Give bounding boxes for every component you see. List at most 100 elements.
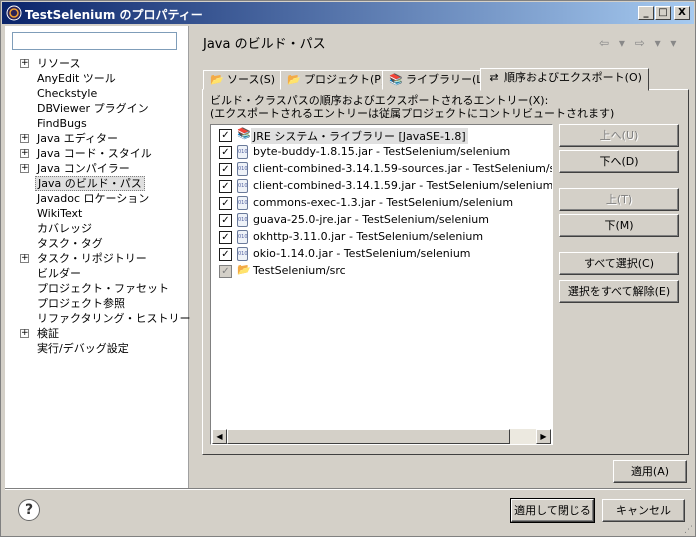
classpath-entry[interactable]: ✓ 010 okhttp-3.11.0.jar - TestSelenium/sel… xyxy=(211,228,551,245)
classpath-entries-list[interactable]: ✓ 📚 JRE システム・ライブラリー [JavaSE-1.8] ✓ 010 byte-b… xyxy=(210,124,553,445)
export-checkbox[interactable]: ✓ xyxy=(219,163,232,176)
tree-item[interactable]: Java のビルド・パス xyxy=(5,176,189,191)
expand-icon[interactable]: + xyxy=(20,134,29,143)
tab-order-export[interactable]: ⇄ 順序およびエクスポート(O) xyxy=(480,68,649,91)
entry-label: okhttp-3.11.0.jar - TestSelenium/seleniu… xyxy=(253,230,484,243)
export-checkbox[interactable]: ✓ xyxy=(219,231,232,244)
tree-item-label: 検証 xyxy=(37,327,59,340)
tree-item[interactable]: FindBugs xyxy=(5,116,189,131)
tree-item-label: Javadoc ロケーション xyxy=(37,192,150,205)
tab-label: ソース(S) xyxy=(227,73,276,86)
classpath-entry[interactable]: ✓ 010 client-combined-3.14.1.59-sources.ja… xyxy=(211,160,552,177)
tree-item-label: Checkstyle xyxy=(37,87,98,100)
tab-source[interactable]: 📂 ソース(S) xyxy=(203,70,283,90)
entry-label: byte-buddy-1.8.15.jar - TestSelenium/sel… xyxy=(253,145,511,158)
classpath-entry[interactable]: ✓ 📚 JRE システム・ライブラリー [JavaSE-1.8] xyxy=(211,126,551,144)
tree-item[interactable]: ビルダー xyxy=(5,266,189,281)
entry-label: client-combined-3.14.1.59-sources.jar - … xyxy=(253,162,552,175)
classpath-entry[interactable]: ✓ 010 client-combined-3.14.1.59.jar - Test… xyxy=(211,177,552,194)
tree-item[interactable]: DBViewer プラグイン xyxy=(5,101,189,116)
tree-item-label: タスク・リポジトリー xyxy=(37,252,147,265)
apply-and-close-button[interactable]: 適用して閉じる xyxy=(510,498,595,523)
bottom-button[interactable]: 下(M) xyxy=(559,214,679,237)
classpath-entry[interactable]: ✓ 📂 TestSelenium/src xyxy=(211,262,551,279)
tree-item[interactable]: + Java コンパイラー xyxy=(5,161,189,176)
tree-item-label: Java のビルド・パス xyxy=(35,176,145,191)
classpath-entry[interactable]: ✓ 010 byte-buddy-1.8.15.jar - TestSelenium… xyxy=(211,143,551,160)
top-button[interactable]: 上へ(U) xyxy=(559,124,679,147)
tree-item-label: Java コンパイラー xyxy=(37,162,130,175)
tree-item-label: WikiText xyxy=(37,207,83,220)
expand-icon[interactable]: + xyxy=(20,164,29,173)
tree-item-label: プロジェクト・ファセット xyxy=(37,282,169,295)
close-button[interactable]: X xyxy=(674,6,690,20)
tree-item-label: リソース xyxy=(37,57,81,70)
maximize-button[interactable]: □ xyxy=(655,6,671,20)
deselect-all-button[interactable]: 選択をすべて解除(E) xyxy=(559,280,679,303)
tree-item[interactable]: + リソース xyxy=(5,56,189,71)
export-checkbox[interactable]: ✓ xyxy=(219,265,232,278)
move-up-button[interactable]: 上(T) xyxy=(559,188,679,211)
export-checkbox[interactable]: ✓ xyxy=(219,180,232,193)
expand-icon[interactable]: + xyxy=(20,149,29,158)
apply-button[interactable]: 適用(A) xyxy=(613,460,687,483)
window-title: TestSelenium のプロパティー xyxy=(25,8,203,22)
tab-projects[interactable]: 📂 プロジェクト(P) xyxy=(280,70,393,90)
tree-item[interactable]: + タスク・リポジトリー xyxy=(5,251,189,266)
classpath-entry[interactable]: ✓ 010 guava-25.0-jre.jar - TestSelenium/se… xyxy=(211,211,551,228)
filter-input[interactable] xyxy=(12,32,177,50)
classpath-entry[interactable]: ✓ 010 okio-1.14.0.jar - TestSelenium/selen… xyxy=(211,245,551,262)
tree-item-label: ビルダー xyxy=(37,267,81,280)
order-export-description: ビルド・クラスパスの順序およびエクスポートされるエントリー(X): (エクスポー… xyxy=(210,94,614,120)
tree-item[interactable]: タスク・タグ xyxy=(5,236,189,251)
help-icon[interactable]: ? xyxy=(18,499,40,521)
tree-item-label: 実行/デバッグ設定 xyxy=(37,342,129,355)
tree-item[interactable]: カバレッジ xyxy=(5,221,189,236)
tree-item[interactable]: + 検証 xyxy=(5,326,189,341)
expand-icon[interactable]: + xyxy=(20,254,29,263)
tree-item[interactable]: AnyEdit ツール xyxy=(5,71,189,86)
export-checkbox[interactable]: ✓ xyxy=(219,248,232,261)
order-export-icon: ⇄ xyxy=(489,71,499,84)
expand-icon[interactable]: + xyxy=(20,329,29,338)
tree-item[interactable]: + Java エディター xyxy=(5,131,189,146)
tree-item-label: DBViewer プラグイン xyxy=(37,102,149,115)
minimize-button[interactable]: _ xyxy=(638,6,654,20)
export-checkbox[interactable]: ✓ xyxy=(219,146,232,159)
horizontal-scrollbar[interactable]: ◀ ▶ xyxy=(212,429,551,444)
jar-icon: 010 xyxy=(237,196,248,210)
scroll-right-icon[interactable]: ▶ xyxy=(536,429,551,444)
tab-label: プロジェクト(P) xyxy=(304,73,386,86)
move-down-button[interactable]: 下へ(D) xyxy=(559,150,679,173)
jar-icon: 010 xyxy=(237,213,248,227)
cancel-button[interactable]: キャンセル xyxy=(602,499,685,522)
tree-item[interactable]: Javadoc ロケーション xyxy=(5,191,189,206)
history-nav-icons[interactable]: ⇦ ▾ ⇨ ▾ ▾ xyxy=(599,36,679,50)
tree-item[interactable]: プロジェクト・ファセット xyxy=(5,281,189,296)
export-checkbox[interactable]: ✓ xyxy=(219,129,232,142)
classpath-entry[interactable]: ✓ 010 commons-exec-1.3.jar - TestSelenium/… xyxy=(211,194,551,211)
tree-item[interactable]: Checkstyle xyxy=(5,86,189,101)
tab-libraries[interactable]: 📚 ライブラリー(L) xyxy=(382,70,494,90)
jar-icon: 010 xyxy=(237,162,248,176)
export-checkbox[interactable]: ✓ xyxy=(219,214,232,227)
scroll-thumb[interactable] xyxy=(227,429,510,444)
title-bar[interactable]: TestSelenium のプロパティー _ □ X xyxy=(2,2,694,24)
property-page-tree-pane: + リソース AnyEdit ツール Checkstyle DBViewer プラグイン… xyxy=(5,26,191,488)
tree-item[interactable]: プロジェクト参照 xyxy=(5,296,189,311)
export-checkbox[interactable]: ✓ xyxy=(219,197,232,210)
folder-icon: 📂 xyxy=(210,73,224,86)
tree-item[interactable]: リファクタリング・ヒストリー xyxy=(5,311,191,326)
tree-item[interactable]: WikiText xyxy=(5,206,189,221)
footer-separator xyxy=(5,488,691,490)
tree-item[interactable]: + Java コード・スタイル xyxy=(5,146,189,161)
library-icon: 📚 xyxy=(389,73,403,86)
scroll-left-icon[interactable]: ◀ xyxy=(212,429,227,444)
entry-label: commons-exec-1.3.jar - TestSelenium/sele… xyxy=(253,196,514,209)
eclipse-icon xyxy=(6,5,22,21)
tree-item-label: AnyEdit ツール xyxy=(37,72,116,85)
tree-item[interactable]: 実行/デバッグ設定 xyxy=(5,341,189,356)
resize-grip-icon[interactable]: ⋰ xyxy=(684,525,695,536)
select-all-button[interactable]: すべて選択(C) xyxy=(559,252,679,275)
expand-icon[interactable]: + xyxy=(20,59,29,68)
